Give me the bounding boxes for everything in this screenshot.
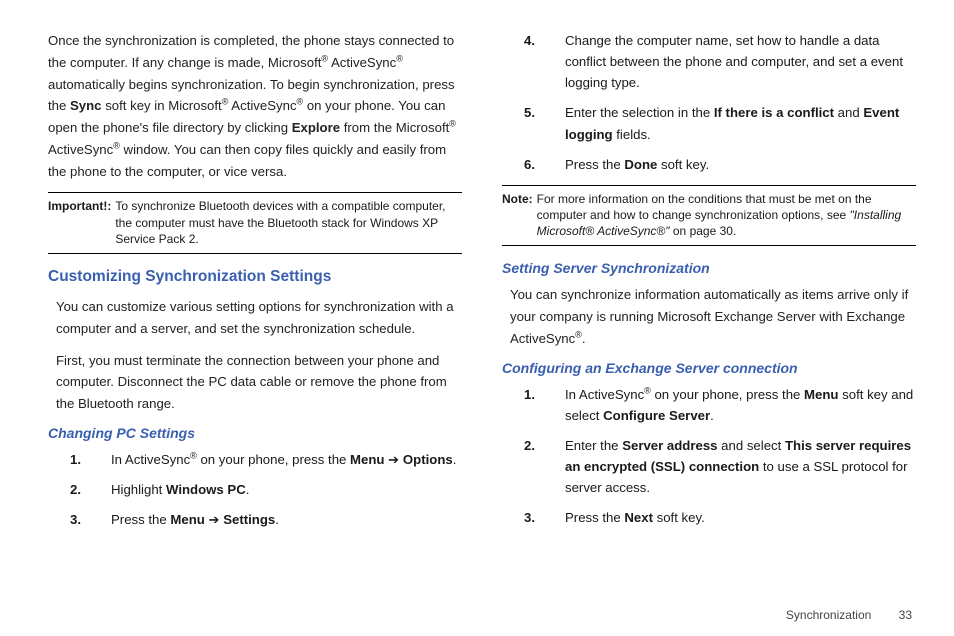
step-item: 2.Highlight Windows PC. [48,479,462,500]
note-label: Note: [502,191,533,240]
footer-page-number: 33 [899,608,912,622]
section-heading: Customizing Synchronization Settings [48,268,462,286]
step-number: 2. [524,435,562,498]
step-number: 1. [524,384,562,426]
page-footer: Synchronization 33 [786,608,912,622]
pc-settings-steps-continued: 4.Change the computer name, set how to h… [502,30,916,175]
step-text: Press the Done soft key. [565,154,916,175]
note-callout: Note: For more information on the condit… [502,185,916,247]
note-text: For more information on the conditions t… [537,191,916,240]
step-text: Press the Next soft key. [565,507,916,528]
step-item: 1.In ActiveSync® on your phone, press th… [502,384,916,426]
step-number: 6. [524,154,562,175]
step-text: In ActiveSync® on your phone, press the … [111,449,462,470]
step-number: 5. [524,102,562,144]
important-text: To synchronize Bluetooth devices with a … [115,198,462,247]
footer-section: Synchronization [786,608,871,622]
important-label: Important!: [48,198,111,247]
step-number: 2. [70,479,108,500]
left-column: Once the synchronization is completed, t… [48,30,462,590]
step-item: 6.Press the Done soft key. [502,154,916,175]
step-number: 3. [524,507,562,528]
step-text: Change the computer name, set how to han… [565,30,916,93]
right-column: 4.Change the computer name, set how to h… [502,30,916,590]
step-number: 3. [70,509,108,530]
exchange-steps: 1.In ActiveSync® on your phone, press th… [502,384,916,529]
step-item: 1.In ActiveSync® on your phone, press th… [48,449,462,470]
step-item: 5.Enter the selection in the If there is… [502,102,916,144]
step-number: 1. [70,449,108,470]
important-callout: Important!: To synchronize Bluetooth dev… [48,192,462,254]
intro-paragraph: Once the synchronization is completed, t… [48,30,462,182]
step-text: Highlight Windows PC. [111,479,462,500]
step-text: Enter the selection in the If there is a… [565,102,916,144]
step-text: Enter the Server address and select This… [565,435,916,498]
step-item: 2.Enter the Server address and select Th… [502,435,916,498]
server-sync-paragraph: You can synchronize information automati… [510,284,916,349]
step-item: 3.Press the Menu ➔ Settings. [48,509,462,530]
step-text: Press the Menu ➔ Settings. [111,509,462,530]
step-number: 4. [524,30,562,93]
customize-paragraph-2: First, you must terminate the connection… [56,350,462,415]
subsection-heading: Setting Server Synchronization [502,260,916,276]
customize-paragraph-1: You can customize various setting option… [56,296,462,340]
subsection-heading: Changing PC Settings [48,425,462,441]
two-column-layout: Once the synchronization is completed, t… [48,30,916,590]
subsection-heading: Configuring an Exchange Server connectio… [502,360,916,376]
step-item: 3.Press the Next soft key. [502,507,916,528]
step-item: 4.Change the computer name, set how to h… [502,30,916,93]
pc-settings-steps: 1.In ActiveSync® on your phone, press th… [48,449,462,530]
step-text: In ActiveSync® on your phone, press the … [565,384,916,426]
